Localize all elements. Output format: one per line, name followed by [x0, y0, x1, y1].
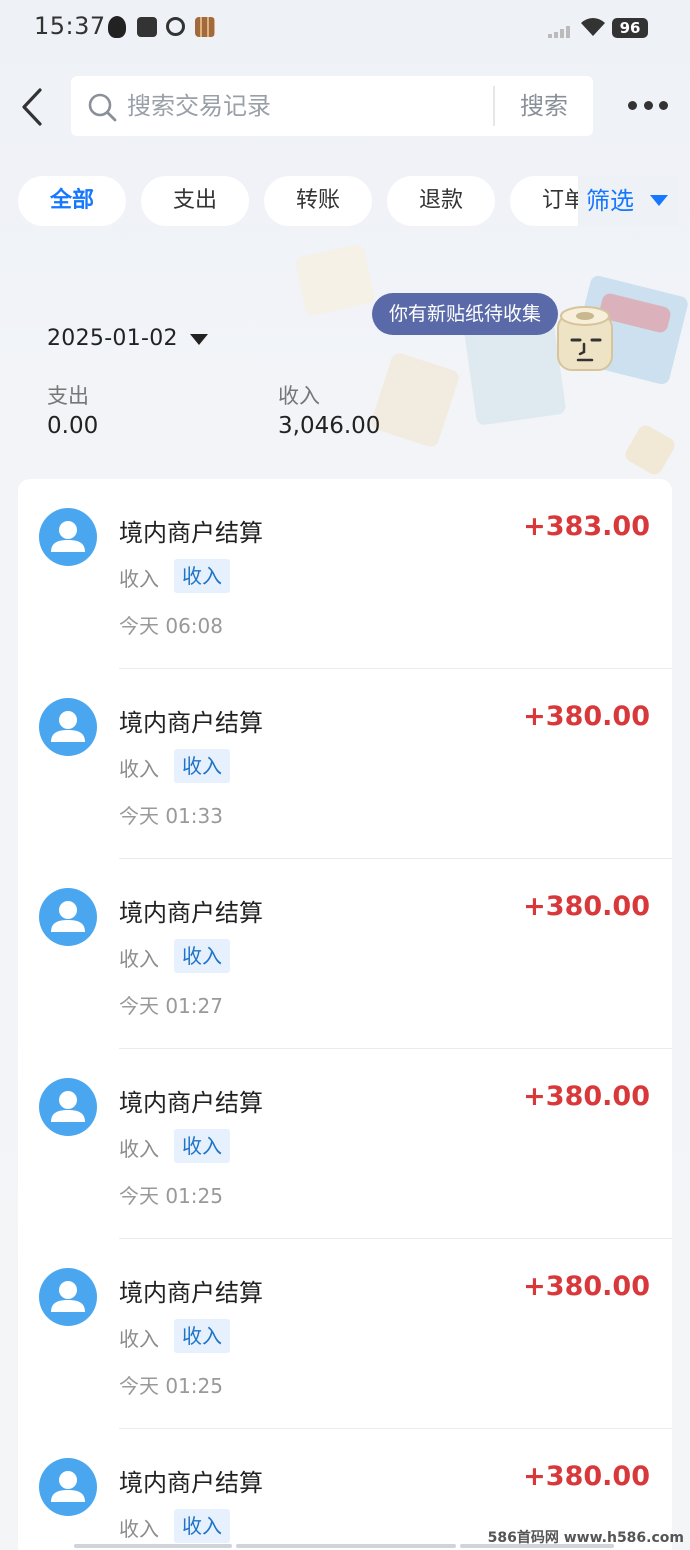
transaction-time: 今天 01:25 [119, 1184, 223, 1208]
transaction-amount: +380.00 [523, 1461, 650, 1492]
dot-icon [628, 100, 637, 110]
expense-label: 支出 [47, 384, 89, 408]
decor-block [294, 243, 376, 317]
transaction-type: 收入 [119, 1327, 159, 1351]
search-button[interactable]: 搜索 [495, 76, 593, 136]
user-avatar-icon [39, 1078, 97, 1136]
user-avatar-icon [39, 508, 97, 566]
transaction-row[interactable]: 境内商户结算 +380.00 收入 收入 今天 01:27 [18, 859, 672, 1049]
transaction-title: 境内商户结算 [119, 519, 263, 547]
dot-icon [659, 100, 668, 110]
search-box[interactable]: 搜索交易记录 搜索 [71, 76, 593, 136]
income-label: 收入 [278, 384, 320, 408]
leaf-icon [166, 17, 185, 36]
chevron-left-icon [22, 88, 42, 126]
transaction-time: 今天 06:08 [119, 614, 223, 638]
transaction-title: 境内商户结算 [119, 1089, 263, 1117]
more-options-button[interactable] [622, 88, 674, 122]
tab-expense[interactable]: 支出 [141, 176, 249, 226]
filter-tabs: 全部 支出 转账 退款 订单 [18, 176, 583, 226]
transaction-row[interactable]: 境内商户结算 +383.00 收入 收入 今天 06:08 [18, 479, 672, 669]
user-avatar-icon [39, 1458, 97, 1516]
transaction-title: 境内商户结算 [119, 709, 263, 737]
transaction-time: 今天 01:27 [119, 994, 223, 1018]
expense-value: 0.00 [47, 413, 99, 439]
transaction-amount: +380.00 [523, 701, 650, 732]
transaction-amount: +380.00 [523, 891, 650, 922]
date-selector[interactable]: 2025-01-02 [47, 322, 208, 356]
filter-button[interactable]: 筛选 [578, 176, 678, 226]
income-value: 3,046.00 [278, 413, 381, 439]
transaction-type: 收入 [119, 947, 159, 971]
transaction-type: 收入 [119, 1517, 159, 1541]
tab-transfer[interactable]: 转账 [264, 176, 372, 226]
tab-all[interactable]: 全部 [18, 176, 126, 226]
transaction-badge: 收入 [174, 1129, 230, 1163]
user-avatar-icon [39, 1268, 97, 1326]
transaction-amount: +380.00 [523, 1271, 650, 1302]
tab-refund[interactable]: 退款 [387, 176, 495, 226]
filter-label: 筛选 [586, 187, 634, 215]
decor-block [622, 422, 678, 478]
transaction-time: 今天 01:25 [119, 1374, 223, 1398]
transaction-type: 收入 [119, 757, 159, 781]
date-text: 2025-01-02 [47, 326, 178, 351]
signal-icon [548, 26, 572, 38]
home-indicator [74, 1544, 614, 1548]
user-avatar-icon [39, 888, 97, 946]
tab-order[interactable]: 订单 [510, 176, 583, 226]
caret-down-icon [650, 195, 668, 206]
sticker-prompt[interactable]: 你有新贴纸待收集 [372, 293, 558, 335]
transaction-amount: +380.00 [523, 1081, 650, 1112]
mail-icon [137, 17, 157, 37]
transaction-type: 收入 [119, 1137, 159, 1161]
user-avatar-icon [39, 698, 97, 756]
transaction-row[interactable]: 境内商户结算 +380.00 收入 收入 今天 01:25 [18, 1239, 672, 1429]
transaction-badge: 收入 [174, 1509, 230, 1543]
transaction-title: 境内商户结算 [119, 899, 263, 927]
grid-app-icon [195, 17, 215, 37]
transaction-time: 今天 01:33 [119, 804, 223, 828]
qq-icon [108, 16, 126, 38]
transaction-amount: +383.00 [523, 511, 650, 542]
caret-down-icon [189, 333, 208, 345]
transaction-badge: 收入 [174, 749, 230, 783]
transaction-badge: 收入 [174, 1319, 230, 1353]
status-time: 15:37 [34, 12, 106, 40]
transaction-badge: 收入 [174, 939, 230, 973]
status-bar: 15:37 96 [0, 0, 690, 56]
transaction-list: 境内商户结算 +383.00 收入 收入 今天 06:08 境内商户结算 +38… [18, 479, 672, 1550]
transaction-title: 境内商户结算 [119, 1469, 263, 1497]
dot-icon [643, 100, 653, 110]
battery-icon: 96 [612, 18, 648, 38]
transaction-row[interactable]: 境内商户结算 +380.00 收入 收入 今天 01:25 [18, 1049, 672, 1239]
search-icon [88, 93, 117, 122]
transaction-title: 境内商户结算 [119, 1279, 263, 1307]
wifi-icon [580, 16, 606, 43]
transaction-row[interactable]: 境内商户结算 +380.00 收入 收入 今天 01:33 [18, 669, 672, 859]
search-input[interactable]: 搜索交易记录 [127, 76, 487, 136]
transaction-badge: 收入 [174, 559, 230, 593]
sticker-toy-icon[interactable] [548, 300, 630, 376]
back-button[interactable] [16, 86, 50, 128]
transaction-type: 收入 [119, 567, 159, 591]
decor-block [369, 351, 461, 449]
